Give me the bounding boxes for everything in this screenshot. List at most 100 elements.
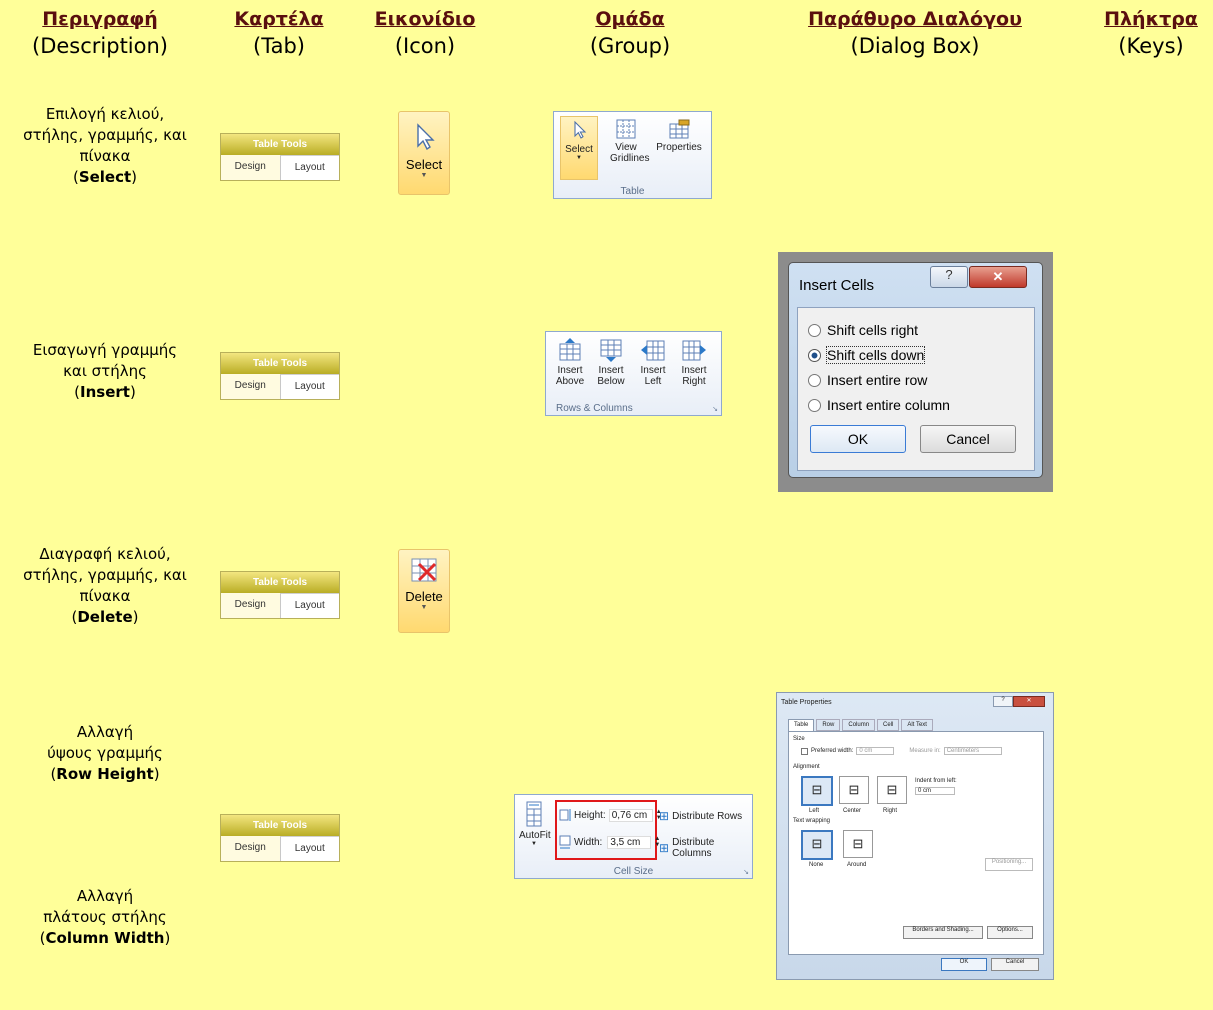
- dialog-launcher-icon[interactable]: ↘: [743, 868, 749, 876]
- cancel-button[interactable]: Cancel: [920, 425, 1016, 453]
- header-tab: Καρτέλα (Tab): [220, 8, 338, 58]
- cancel-button[interactable]: Cancel: [991, 958, 1039, 971]
- autofit-label: AutoFit: [519, 830, 551, 841]
- insert-left-icon: [641, 340, 665, 361]
- header-title: Καρτέλα: [234, 8, 324, 30]
- header-title: Πλήκτρα: [1104, 8, 1198, 30]
- dialog-launcher-icon[interactable]: ↘: [712, 405, 718, 413]
- desc-key-line: (Select): [72, 168, 138, 186]
- select-button[interactable]: Select ▼: [398, 111, 450, 195]
- measure-select[interactable]: Centimeters: [943, 747, 1002, 755]
- checkbox-icon[interactable]: [801, 747, 808, 755]
- align-left-option[interactable]: ⊟: [801, 776, 833, 806]
- delete-button[interactable]: Delete ▼: [398, 549, 450, 633]
- distribute-rows-button[interactable]: ⊞ Distribute Rows: [659, 809, 742, 823]
- layout-tab[interactable]: Layout: [279, 836, 339, 861]
- design-tab[interactable]: Design: [221, 836, 280, 861]
- width-input[interactable]: 3,5 cm: [607, 835, 652, 849]
- table-tools-tab[interactable]: Table Tools Design Layout: [220, 133, 340, 181]
- design-tab[interactable]: Design: [221, 374, 280, 399]
- radio-entire-column[interactable]: Insert entire column: [808, 397, 950, 413]
- insert-right-label: Insert: [681, 365, 707, 376]
- table-group: Select ▼ View Gridlines Properties Table: [553, 111, 712, 199]
- chevron-down-icon: ▼: [420, 172, 428, 179]
- desc-line: Εισαγωγή γραμμής: [32, 341, 178, 359]
- layout-tab[interactable]: Layout: [279, 593, 339, 618]
- rows-columns-label: Rows & Columns: [556, 403, 633, 414]
- table-tools-tab[interactable]: Table Tools Design Layout: [220, 352, 340, 400]
- align-center-option[interactable]: ⊟: [839, 776, 869, 804]
- cell-size-group: AutoFit ▼ Height: 0,76 cm ▲ ▼ Width: 3,5 …: [514, 794, 753, 879]
- layout-tab[interactable]: Layout: [279, 155, 339, 180]
- desc-insert: Εισαγωγή γραμμής και στήλης (Insert): [12, 340, 198, 403]
- help-button[interactable]: ?: [993, 696, 1013, 707]
- close-button[interactable]: ✕: [969, 266, 1027, 288]
- design-tab[interactable]: Design: [221, 155, 280, 180]
- radio-entire-row[interactable]: Insert entire row: [808, 372, 927, 388]
- height-input[interactable]: 0,76 cm: [608, 808, 653, 822]
- tab-alt-text[interactable]: Alt Text: [901, 719, 933, 731]
- view-gridlines-button[interactable]: View Gridlines: [604, 116, 649, 164]
- header-description: Περιγραφή (Description): [30, 8, 170, 58]
- wrap-around-option[interactable]: ⊟: [843, 830, 873, 858]
- preferred-width-input[interactable]: 0 cm: [856, 747, 895, 755]
- indent-input[interactable]: 0 cm: [915, 787, 955, 795]
- header-sub: (Tab): [253, 34, 305, 58]
- header-keys: Πλήκτρα (Keys): [1092, 8, 1210, 58]
- tab-row[interactable]: Row: [816, 719, 841, 731]
- insert-below-icon: [600, 339, 622, 362]
- desc-delete: Διαγραφή κελιού, στήλης, γραμμής, και πί…: [12, 544, 198, 628]
- group-select-button[interactable]: Select ▼: [560, 116, 598, 180]
- tab-column[interactable]: Column: [842, 719, 876, 731]
- close-icon: ✕: [1026, 698, 1032, 704]
- radio-shift-down[interactable]: Shift cells down: [808, 346, 926, 364]
- radio-icon: [808, 398, 821, 412]
- desc-key: Select: [78, 168, 132, 186]
- properties-label: Properties: [656, 142, 702, 153]
- layout-tab[interactable]: Layout: [279, 374, 339, 399]
- tab-table[interactable]: Table: [788, 719, 815, 731]
- height-row: Height: 0,76 cm ▲ ▼: [559, 808, 662, 822]
- options-button[interactable]: Options...: [987, 926, 1033, 939]
- desc-select: Επιλογή κελιού, στήλης, γραμμής, και πίν…: [12, 104, 198, 188]
- delete-label: Delete: [405, 589, 443, 604]
- width-row: Width: 3,5 cm ▲ ▼: [559, 835, 660, 849]
- insert-below-button[interactable]: Insert Below: [592, 338, 630, 387]
- borders-shading-button[interactable]: Borders and Shading...: [903, 926, 983, 939]
- help-button[interactable]: ?: [930, 266, 968, 288]
- properties-button[interactable]: Properties: [652, 116, 706, 153]
- insert-right-button[interactable]: Insert Right: [675, 338, 713, 387]
- table-tools-title: Table Tools: [221, 134, 339, 155]
- autofit-button[interactable]: AutoFit ▼: [519, 801, 551, 847]
- desc-key: Row Height: [56, 765, 154, 783]
- radio-shift-right[interactable]: Shift cells right: [808, 322, 918, 338]
- table-tools-title: Table Tools: [221, 815, 339, 836]
- desc-line: πίνακα: [79, 587, 131, 605]
- wrap-around-label: Around: [847, 862, 867, 868]
- desc-key: Delete: [77, 608, 133, 626]
- wrap-none-option[interactable]: ⊟: [801, 830, 833, 860]
- header-group: Ομάδα (Group): [570, 8, 690, 58]
- insert-left-button[interactable]: Insert Left: [634, 338, 672, 387]
- distribute-columns-button[interactable]: ⊞ Distribute Columns: [659, 837, 752, 859]
- insert-above-button[interactable]: Insert Above: [551, 338, 589, 387]
- select-arrow-icon: [417, 123, 435, 151]
- design-tab[interactable]: Design: [221, 593, 280, 618]
- insert-left-label: Insert: [640, 365, 666, 376]
- wrap-none-label: None: [809, 862, 824, 868]
- desc-line: πίνακα: [79, 147, 131, 165]
- distribute-rows-icon: ⊞: [659, 809, 670, 823]
- table-tools-tab[interactable]: Table Tools Design Layout: [220, 571, 340, 619]
- table-tools-title: Table Tools: [221, 353, 339, 374]
- tab-cell[interactable]: Cell: [877, 719, 900, 731]
- desc-line: και στήλης: [63, 362, 147, 380]
- table-tools-tab[interactable]: Table Tools Design Layout: [220, 814, 340, 862]
- align-right-option[interactable]: ⊟: [877, 776, 907, 804]
- table-properties-dialog: Table Properties ? ✕ Table Row Column Ce…: [776, 692, 1054, 980]
- ok-button[interactable]: OK: [810, 425, 906, 453]
- chevron-down-icon: ▼: [531, 841, 537, 847]
- positioning-button[interactable]: Positioning...: [985, 858, 1033, 871]
- close-button[interactable]: ✕: [1013, 696, 1045, 707]
- dialog-title: Insert Cells: [799, 277, 875, 294]
- ok-button[interactable]: OK: [941, 958, 987, 971]
